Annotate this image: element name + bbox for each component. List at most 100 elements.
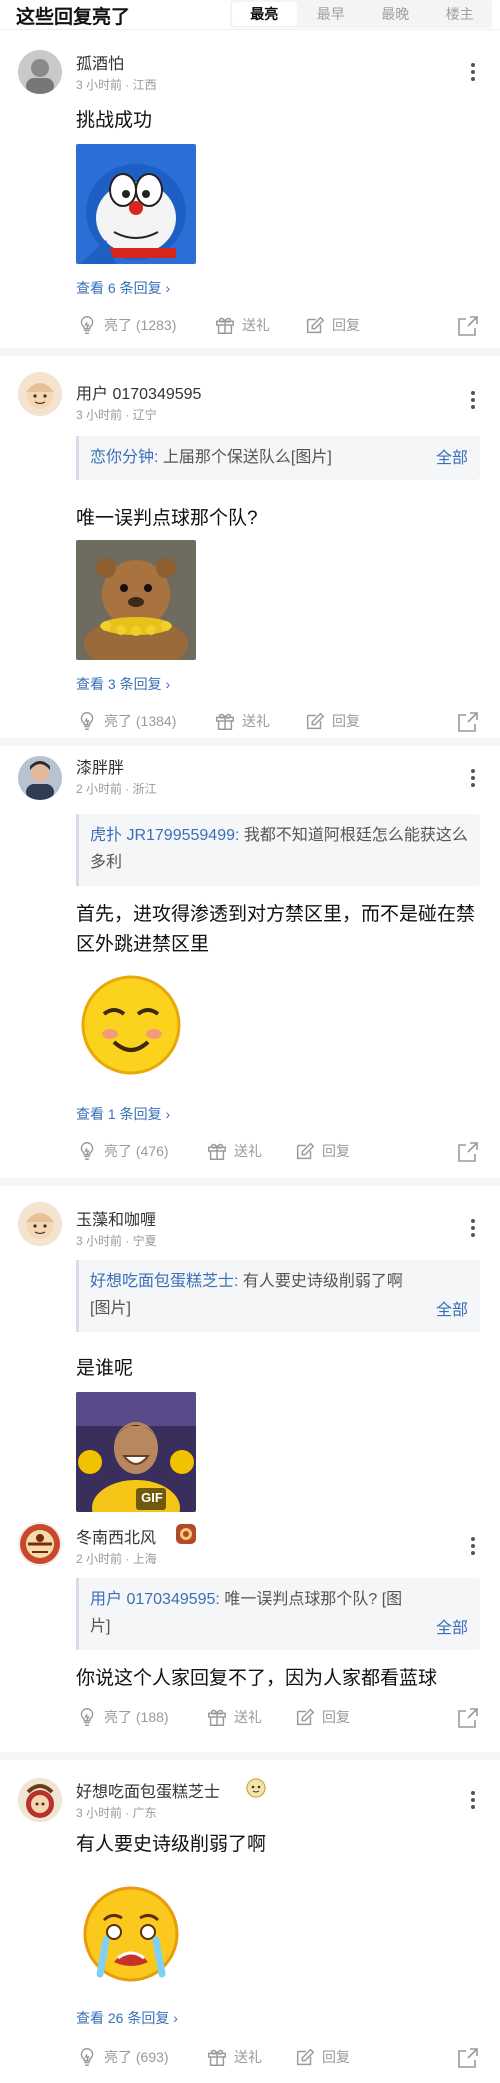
quoted-reply[interactable]: 好想吃面包蛋糕芝士: 有人要史诗级削弱了啊[图片] 全部	[76, 1260, 480, 1332]
view-replies-link[interactable]: 查看 26 条回复 ›	[76, 2008, 178, 2028]
like-count: 亮了 (693)	[104, 2049, 169, 2065]
comment: 玉藻和咖喱 3 小时前 · 宁夏 好想吃面包蛋糕芝士: 有人要史诗级削弱了啊[图…	[0, 1186, 500, 1516]
edit-icon	[296, 1142, 315, 1160]
username[interactable]: 漆胖胖	[76, 754, 124, 778]
more-icon[interactable]	[468, 388, 478, 412]
action-bar: 亮了 (1384) 送礼 回复	[0, 706, 500, 736]
action-bar: 亮了 (476) 送礼 回复	[0, 1136, 500, 1166]
lightbulb-icon	[80, 1708, 94, 1726]
quoted-user[interactable]: 用户 0170349595:	[90, 1591, 220, 1608]
user-badge-icon	[246, 1778, 266, 1798]
like-count: 亮了 (188)	[104, 1709, 169, 1725]
comment: 漆胖胖 2 小时前 · 浙江 虎扑 JR1799559499: 我都不知道阿根廷…	[0, 748, 500, 1178]
like-button[interactable]: 亮了 (693)	[76, 2042, 169, 2072]
comment-image[interactable]	[76, 144, 196, 264]
lightbulb-icon	[80, 316, 94, 334]
edit-icon	[306, 316, 325, 334]
username[interactable]: 孤酒怕	[76, 50, 124, 74]
avatar[interactable]	[18, 1778, 62, 1822]
expand-all-link[interactable]: 全部	[436, 1297, 468, 1324]
share-icon[interactable]	[456, 710, 480, 734]
view-replies-link[interactable]: 查看 3 条回复 ›	[76, 674, 170, 694]
action-bar: 亮了 (188) 送礼 回复	[0, 1702, 500, 1732]
avatar[interactable]	[18, 50, 62, 94]
quoted-user[interactable]: 虎扑 JR1799559499:	[90, 827, 239, 844]
comment: 孤酒怕 3 小时前 · 江西 挑战成功 查看 6 条回复 › 亮了 (1283)…	[0, 40, 500, 340]
quoted-reply[interactable]: 用户 0170349595: 唯一误判点球那个队? [图片] 全部	[76, 1578, 480, 1650]
gift-label: 送礼	[242, 713, 270, 729]
divider	[0, 738, 500, 746]
gift-label: 送礼	[234, 2049, 262, 2065]
tab-latest[interactable]: 最晚	[363, 0, 428, 28]
view-replies-link[interactable]: 查看 1 条回复 ›	[76, 1104, 170, 1124]
quoted-text: 上届那个保送队么[图片]	[162, 449, 332, 466]
comment-text: 有人要史诗级削弱了啊	[76, 1834, 267, 1855]
gift-button[interactable]: 送礼	[206, 1702, 262, 1732]
gift-button[interactable]: 送礼	[214, 706, 270, 736]
reply-label: 回复	[332, 317, 360, 333]
more-icon[interactable]	[468, 60, 478, 84]
comment-text: 首先，进攻得渗透到对方禁区里，而不是碰在禁区外跳进禁区里	[76, 904, 476, 955]
edit-icon	[296, 1708, 315, 1726]
comment-sticker[interactable]	[76, 970, 186, 1080]
share-icon[interactable]	[456, 1706, 480, 1730]
comment-text: 是谁呢	[76, 1358, 134, 1379]
user-badge-icon	[176, 1524, 196, 1544]
username[interactable]: 用户 0170349595	[76, 380, 201, 404]
quoted-reply[interactable]: 虎扑 JR1799559499: 我都不知道阿根廷怎么能获这么多利	[76, 814, 480, 886]
gift-icon	[208, 2049, 226, 2066]
reply-button[interactable]: 回复	[304, 310, 360, 340]
tab-hottest[interactable]: 最亮	[232, 2, 297, 26]
expand-all-link[interactable]: 全部	[436, 1615, 468, 1642]
username[interactable]: 玉藻和咖喱	[76, 1206, 156, 1230]
reply-button[interactable]: 回复	[294, 2042, 350, 2072]
avatar[interactable]	[18, 372, 62, 416]
username[interactable]: 冬南西北风	[76, 1524, 156, 1548]
comment: 好想吃面包蛋糕芝士 3 小时前 · 广东 有人要史诗级削弱了啊 查看 26 条回…	[0, 1760, 500, 2083]
gift-icon	[216, 713, 234, 730]
more-icon[interactable]	[468, 1216, 478, 1240]
more-icon[interactable]	[468, 1534, 478, 1558]
reply-button[interactable]: 回复	[294, 1136, 350, 1166]
comment-meta: 3 小时前 · 辽宁	[76, 408, 157, 422]
gift-button[interactable]: 送礼	[206, 2042, 262, 2072]
like-button[interactable]: 亮了 (188)	[76, 1702, 169, 1732]
avatar[interactable]	[18, 1202, 62, 1246]
reply-label: 回复	[322, 2049, 350, 2065]
share-icon[interactable]	[456, 314, 480, 338]
quoted-reply[interactable]: 恋你分钟: 上届那个保送队么[图片] 全部	[76, 436, 480, 480]
share-icon[interactable]	[456, 2046, 480, 2070]
avatar[interactable]	[18, 1522, 62, 1566]
avatar[interactable]	[18, 756, 62, 800]
lightbulb-icon	[80, 2048, 94, 2066]
like-button[interactable]: 亮了 (476)	[76, 1136, 169, 1166]
gift-label: 送礼	[242, 317, 270, 333]
quoted-user[interactable]: 恋你分钟:	[90, 449, 158, 466]
gift-button[interactable]: 送礼	[214, 310, 270, 340]
edit-icon	[296, 2048, 315, 2066]
share-icon[interactable]	[456, 1140, 480, 1164]
reply-button[interactable]: 回复	[304, 706, 360, 736]
comment-text: 唯一误判点球那个队?	[76, 508, 258, 529]
tab-earliest[interactable]: 最早	[299, 0, 364, 28]
view-replies-link[interactable]: 查看 6 条回复 ›	[76, 278, 170, 298]
more-icon[interactable]	[468, 1788, 478, 1812]
like-button[interactable]: 亮了 (1384)	[76, 706, 176, 736]
like-button[interactable]: 亮了 (1283)	[76, 310, 176, 340]
tab-op-only[interactable]: 楼主	[428, 0, 493, 28]
more-icon[interactable]	[468, 766, 478, 790]
comment-gif[interactable]: GIF	[76, 1392, 196, 1512]
comment-image[interactable]	[76, 540, 196, 660]
quoted-user[interactable]: 好想吃面包蛋糕芝士:	[90, 1273, 238, 1290]
comment: 用户 0170349595 3 小时前 · 辽宁 恋你分钟: 上届那个保送队么[…	[0, 358, 500, 738]
comment-sticker[interactable]	[76, 1878, 186, 1988]
reply-button[interactable]: 回复	[294, 1702, 350, 1732]
comment-meta: 2 小时前 · 上海	[76, 1552, 157, 1566]
comment-meta: 3 小时前 · 广东	[76, 1806, 157, 1820]
expand-all-link[interactable]: 全部	[436, 445, 468, 472]
divider	[0, 348, 500, 356]
username[interactable]: 好想吃面包蛋糕芝士	[76, 1778, 220, 1802]
gift-icon	[208, 1143, 226, 1160]
gift-button[interactable]: 送礼	[206, 1136, 262, 1166]
comment: 冬南西北风 2 小时前 · 上海 用户 0170349595: 唯一误判点球那个…	[0, 1516, 500, 1736]
